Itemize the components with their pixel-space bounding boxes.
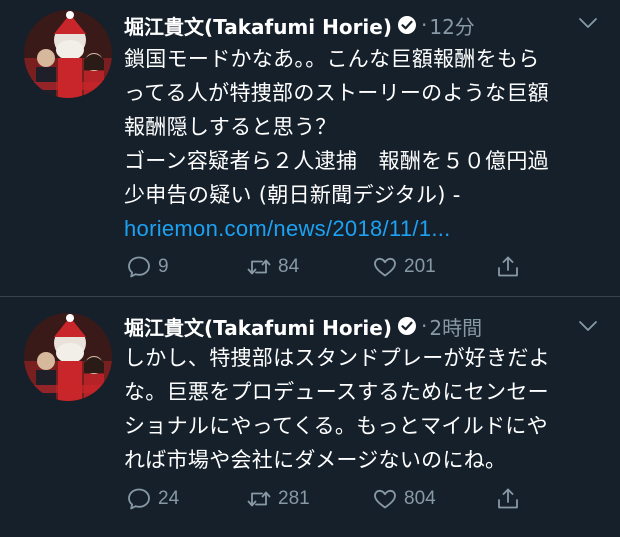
reply-count: 9: [158, 256, 169, 277]
retweet-button[interactable]: 281: [246, 484, 310, 514]
retweet-icon: [247, 259, 271, 275]
tweet-header: 堀江貴文(Takafumi Horie) · 12分: [124, 10, 475, 40]
tweet-text-line: 少申告の疑い (朝日新聞デジタル) -: [124, 183, 461, 207]
tweet-header: 堀江貴文(Takafumi Horie) · 2時間: [124, 311, 482, 341]
retweet-icon: [247, 491, 271, 507]
separator-dot: ·: [421, 314, 428, 338]
like-count: 201: [404, 256, 436, 277]
tweet-text-line: ゴーン容疑者ら２人逮捕 報酬を５０億円過: [124, 149, 549, 173]
separator-dot: ·: [421, 13, 428, 37]
author-name[interactable]: 堀江貴文(Takafumi Horie): [124, 312, 392, 341]
tweet-link[interactable]: horiemon.com/news/2018/11/1...: [124, 212, 594, 246]
retweet-button[interactable]: 84: [246, 252, 299, 282]
tweet-text-line: れば市場や会社にダメージないのにね。: [124, 448, 507, 472]
tweet-text: しかし、特捜部はスタンドプレーが好きだよ な。巨悪をプロデュースするためにセンセ…: [124, 341, 594, 477]
like-count: 804: [404, 488, 436, 509]
share-button[interactable]: [495, 484, 521, 514]
avatar[interactable]: [24, 313, 112, 401]
retweet-count: 281: [278, 488, 310, 509]
reply-icon: [128, 256, 150, 278]
chevron-down-icon[interactable]: [578, 16, 598, 30]
tweet-text-line: しかし、特捜部はスタンドプレーが好きだよ: [124, 346, 550, 370]
tweet-actions: 24 281 804: [126, 484, 606, 514]
tweet-text-line: ショナルにやってくる。もっとマイルドにや: [124, 414, 548, 438]
reply-count: 24: [158, 488, 180, 509]
retweet-count: 84: [278, 256, 300, 277]
tweet-text-line: 報酬隠しすると思う？: [124, 115, 337, 139]
tweet[interactable]: 堀江貴文(Takafumi Horie) · 2時間 しかし、特捜部はスタンドプ…: [0, 297, 620, 537]
reply-icon: [128, 488, 150, 510]
like-icon: [374, 489, 396, 509]
share-icon: [498, 488, 518, 509]
avatar[interactable]: [24, 10, 112, 98]
tweet-text-line: な。巨悪をプロデュースするためにセンセー: [124, 380, 549, 404]
like-icon: [374, 257, 396, 277]
reply-button[interactable]: 24: [126, 484, 179, 514]
like-button[interactable]: 201: [372, 252, 436, 282]
verified-badge-icon: [397, 15, 417, 35]
reply-button[interactable]: 9: [126, 252, 169, 282]
tweet[interactable]: 堀江貴文(Takafumi Horie) · 12分 鎖国モードかなあ。。こんな…: [0, 0, 620, 296]
tweet-actions: 9 84 201: [126, 252, 606, 282]
tweet-text: 鎖国モードかなあ。。こんな巨額報酬をもら ってる人が特捜部のストーリーのような巨…: [124, 42, 594, 246]
share-icon: [498, 256, 518, 277]
timestamp[interactable]: 12分: [429, 11, 474, 40]
share-button[interactable]: [495, 252, 521, 282]
author-name[interactable]: 堀江貴文(Takafumi Horie): [124, 11, 392, 40]
tweet-text-line: ってる人が特捜部のストーリーのような巨額: [124, 81, 549, 105]
chevron-down-icon[interactable]: [578, 319, 598, 333]
verified-badge-icon: [397, 316, 417, 336]
tweet-text-line: 鎖国モードかなあ。。こんな巨額報酬をもら: [124, 47, 540, 71]
like-button[interactable]: 804: [372, 484, 436, 514]
timestamp[interactable]: 2時間: [429, 312, 482, 341]
